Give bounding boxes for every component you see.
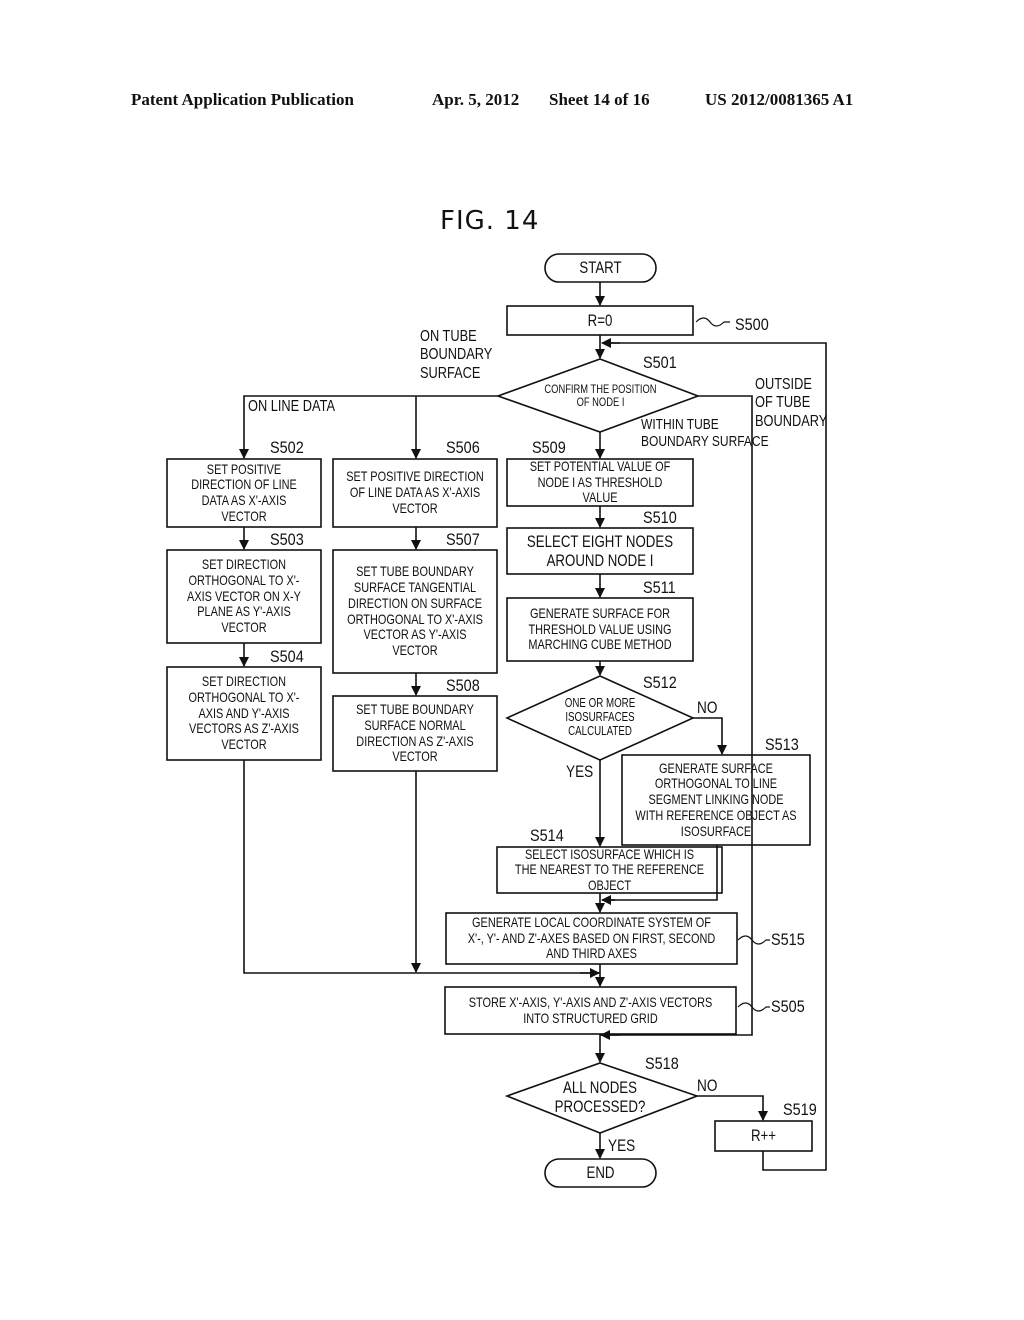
s511-text: GENERATE SURFACE FOR THRESHOLD VALUE USI… bbox=[528, 604, 672, 653]
s513-text: GENERATE SURFACE ORTHOGONAL TO LINE SEGM… bbox=[635, 759, 797, 839]
step-label-s515: S515 bbox=[771, 930, 805, 949]
start-label: START bbox=[579, 258, 622, 278]
step-label-s519: S519 bbox=[783, 1100, 817, 1119]
step-label-s511: S511 bbox=[643, 578, 676, 597]
step-label-s502: S502 bbox=[270, 438, 304, 457]
s504-text: SET DIRECTION ORTHOGONAL TO X'-AXIS AND … bbox=[188, 673, 300, 752]
edge-label-s512-no: NO bbox=[697, 698, 718, 717]
end-label: END bbox=[586, 1163, 615, 1183]
s505-text: STORE X'-AXIS, Y'-AXIS AND Z'-AXIS VECTO… bbox=[468, 993, 713, 1026]
step-label-s504: S504 bbox=[270, 647, 304, 666]
edge-label-within-tube-boundary-surface: WITHIN TUBE BOUNDARY SURFACE bbox=[641, 416, 769, 451]
s502-text: SET POSITIVE DIRECTION OF LINE DATA AS X… bbox=[191, 460, 297, 524]
step-label-s518: S518 bbox=[645, 1054, 679, 1073]
step-label-s513: S513 bbox=[765, 735, 799, 754]
s508-text: SET TUBE BOUNDARY SURFACE NORMAL DIRECTI… bbox=[356, 701, 474, 765]
edge-label-s518-no: NO bbox=[697, 1076, 718, 1095]
s506-text: SET POSITIVE DIRECTION OF LINE DATA AS X… bbox=[346, 468, 484, 516]
s510-text: SELECT EIGHT NODES AROUND NODE i bbox=[526, 531, 674, 570]
step-label-s508: S508 bbox=[446, 676, 480, 695]
step-label-s510: S510 bbox=[643, 508, 677, 527]
step-label-s505: S505 bbox=[771, 997, 805, 1016]
edge-label-s518-yes: YES bbox=[608, 1136, 636, 1155]
step-label-s501: S501 bbox=[643, 353, 677, 372]
edge-label-on-tube-boundary-surface: ON TUBE BOUNDARY SURFACE bbox=[420, 328, 493, 382]
s500-text: r=0 bbox=[587, 310, 613, 330]
step-label-s509: S509 bbox=[532, 438, 566, 457]
step-label-s503: S503 bbox=[270, 530, 304, 549]
step-label-s506: S506 bbox=[446, 438, 480, 457]
s507-text: SET TUBE BOUNDARY SURFACE TANGENTIAL DIR… bbox=[347, 563, 483, 658]
s501-text: CONFIRM THE POSITION OF NODE i bbox=[544, 381, 657, 409]
s518-text: ALL NODES PROCESSED? bbox=[554, 1077, 646, 1116]
s515-text: GENERATE LOCAL COORDINATE SYSTEM OF X'-,… bbox=[467, 913, 716, 962]
s519-text: r++ bbox=[750, 1126, 777, 1146]
flowchart-lines bbox=[166, 253, 827, 1188]
s512-text: ONE OR MORE ISOSURFACES CALCULATED bbox=[564, 696, 636, 738]
step-label-s507: S507 bbox=[446, 530, 480, 549]
edge-label-s512-yes: YES bbox=[566, 762, 594, 781]
s514-text: SELECT ISOSURFACE WHICH IS THE NEAREST T… bbox=[514, 845, 705, 893]
edge-label-outside-of-tube-boundary: OUTSIDE OF TUBE BOUNDARY bbox=[755, 376, 828, 430]
edge-label-on-line-data: ON LINE DATA bbox=[248, 398, 336, 415]
step-label-s514: S514 bbox=[530, 826, 564, 845]
step-label-s500: S500 bbox=[735, 315, 769, 334]
s509-text: SET POTENTIAL VALUE OF NODE i AS THRESHO… bbox=[529, 458, 671, 506]
step-label-s512: S512 bbox=[643, 673, 677, 692]
s503-text: SET DIRECTION ORTHOGONAL TO X'-AXIS VECT… bbox=[187, 556, 301, 635]
